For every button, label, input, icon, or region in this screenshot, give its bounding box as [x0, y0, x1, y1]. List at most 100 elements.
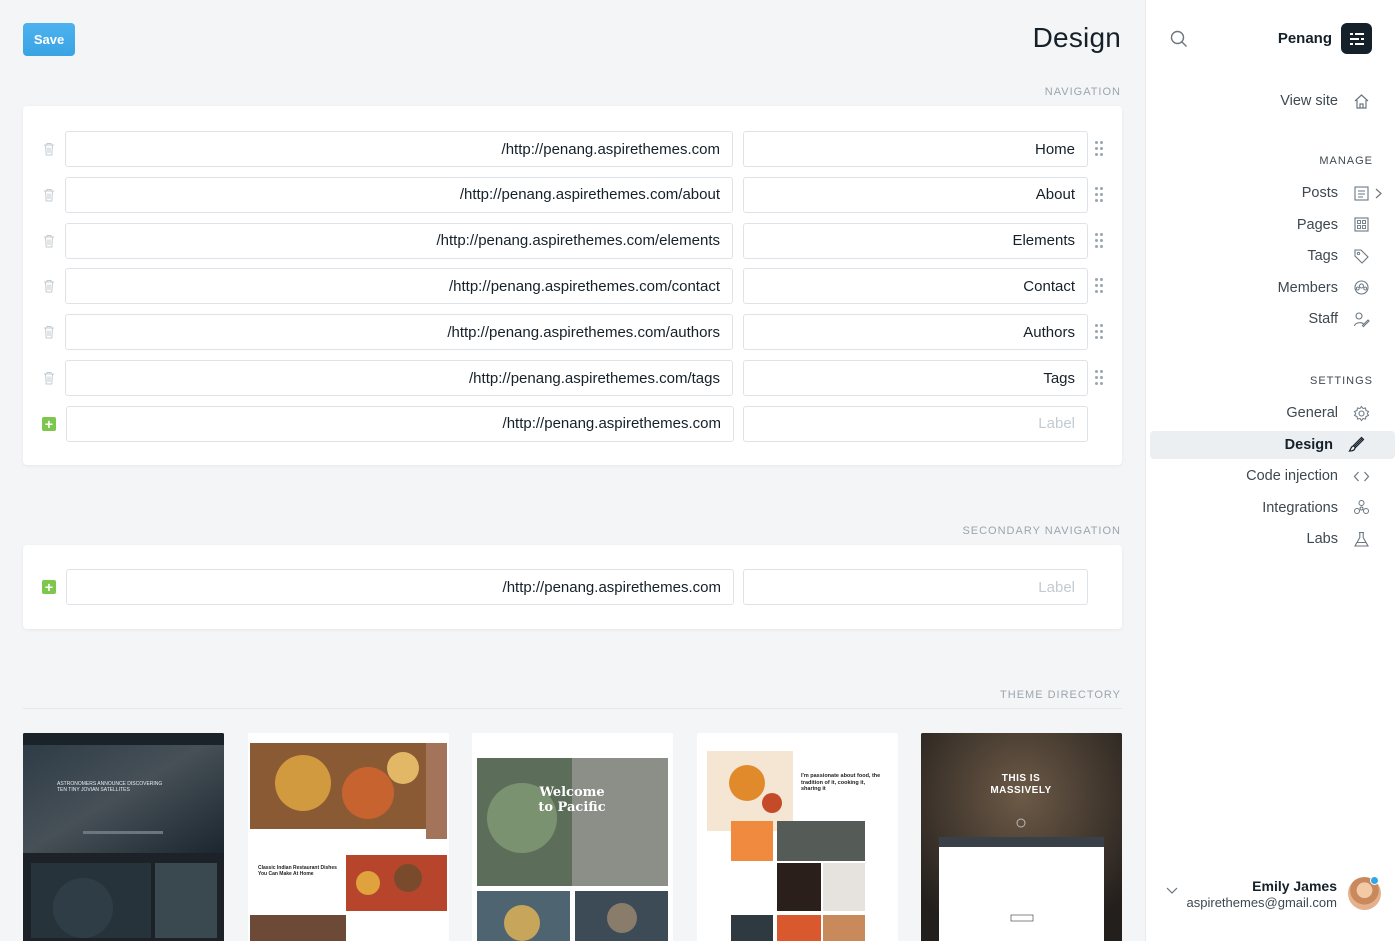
user-menu[interactable]: Emily James aspirethemes@gmail.com: [1146, 870, 1400, 920]
sidebar-item-posts[interactable]: Posts: [1154, 179, 1400, 207]
sidebar-item-label: Code injection: [1246, 468, 1338, 484]
nav-item-row: [23, 268, 1122, 305]
drag-handle-icon[interactable]: [1094, 323, 1104, 341]
save-button[interactable]: Save: [23, 23, 75, 56]
add-item-button[interactable]: +: [41, 579, 57, 595]
nav-label-input[interactable]: [743, 360, 1088, 396]
gear-icon: [1352, 404, 1370, 422]
sidebar-item-members[interactable]: Members: [1154, 274, 1400, 302]
main-content: Save Design Navigation + Secondary Navig…: [0, 0, 1145, 941]
brush-icon: [1347, 436, 1365, 454]
drag-handle-icon[interactable]: [1094, 186, 1104, 204]
posts-icon: [1352, 184, 1370, 202]
secondary-url-input[interactable]: [66, 569, 734, 605]
chevron-right-icon: [1375, 188, 1382, 199]
notification-dot: [1370, 876, 1379, 885]
page-title: Design: [1032, 22, 1121, 53]
sidebar-item-label: Staff: [1308, 311, 1338, 327]
sidebar-item-label: Labs: [1306, 531, 1338, 547]
delete-item-button[interactable]: [41, 278, 57, 294]
sidebar-item-code-injection[interactable]: Code injection: [1154, 462, 1400, 490]
nav-url-input[interactable]: [65, 314, 733, 351]
sidebar-item-label: Tags: [1307, 248, 1338, 264]
theme-card-text: Classic Indian Restaurant Dishes You Can…: [258, 865, 337, 877]
sidebar-item-general[interactable]: General: [1154, 399, 1400, 427]
theme-card[interactable]: Welcome to Pacific: [472, 733, 673, 941]
nav-label-input[interactable]: [743, 314, 1088, 351]
theme-card-text: I'm passionate about food, the tradition…: [801, 773, 881, 792]
theme-thumbnail-massively: [921, 733, 1122, 941]
site-title: Penang: [1277, 30, 1332, 47]
trash-icon: [44, 280, 54, 293]
trash-icon: [44, 326, 54, 339]
sidebar-item-tags[interactable]: Tags: [1154, 242, 1400, 270]
theme-thumbnail-recipes: [707, 751, 865, 941]
sidebar-item-design[interactable]: Design: [1150, 430, 1395, 459]
nav-url-input[interactable]: [65, 176, 733, 213]
nav-url-input[interactable]: [65, 360, 733, 396]
home-icon: [1352, 92, 1370, 110]
sidebar-item-label: Members: [1277, 279, 1338, 296]
secondary-navigation-card: +: [23, 545, 1122, 629]
theme-card-text: Welcome to Pacific: [538, 785, 606, 815]
nav-item-row: [23, 360, 1122, 396]
nav-new-url-input[interactable]: [66, 405, 734, 442]
user-email: aspirethemes@gmail.com: [1186, 895, 1337, 910]
nav-url-input[interactable]: [65, 268, 733, 305]
nav-label-input[interactable]: [743, 222, 1088, 259]
drag-handle-icon[interactable]: [1094, 232, 1104, 250]
secondary-nav-new-item: +: [23, 569, 1122, 605]
theme-card[interactable]: I'm passionate about food, the tradition…: [697, 733, 898, 941]
delete-item-button[interactable]: [41, 233, 57, 249]
delete-item-button[interactable]: [41, 324, 57, 340]
manage-heading: Manage: [1319, 155, 1373, 167]
sidebar-item-staff[interactable]: Staff: [1154, 305, 1400, 333]
nav-url-input[interactable]: [65, 222, 733, 259]
delete-item-button[interactable]: [41, 370, 57, 386]
theme-card-text: THIS IS MASSIVELY: [990, 773, 1052, 796]
nav-url-input[interactable]: [65, 131, 733, 167]
drag-handle-icon[interactable]: [1094, 369, 1104, 387]
nav-new-item: +: [23, 405, 1122, 442]
site-logo-icon: [1349, 32, 1364, 45]
sidebar-item-label: Posts: [1301, 185, 1338, 201]
sidebar-item-pages[interactable]: Pages: [1154, 211, 1400, 239]
nav-label-input[interactable]: [743, 131, 1088, 167]
members-icon: [1352, 279, 1370, 297]
theme-card[interactable]: ASTRONOMERS ANNOUNCE DISCOVERING TEN TIN…: [23, 733, 224, 941]
navigation-card: +: [23, 106, 1122, 465]
nav-item-row: [23, 176, 1122, 213]
trash-icon: [44, 188, 54, 202]
site-logo[interactable]: [1341, 23, 1372, 54]
chevron-down-icon: [1166, 887, 1178, 894]
nav-label-input[interactable]: [743, 176, 1088, 213]
staff-icon: [1352, 310, 1370, 328]
sidebar-item-labs[interactable]: Labs: [1154, 525, 1400, 553]
sidebar-item-label: View site: [1280, 93, 1338, 109]
drag-handle-icon[interactable]: [1094, 277, 1104, 295]
theme-thumbnail-dark: [23, 733, 224, 941]
sidebar-item-integrations[interactable]: Integrations: [1154, 494, 1400, 522]
pages-icon: [1352, 216, 1370, 234]
add-item-button[interactable]: +: [41, 416, 57, 432]
theme-thumbnail-food: [248, 733, 449, 941]
tag-icon: [1352, 247, 1370, 265]
theme-card[interactable]: Classic Indian Restaurant Dishes You Can…: [248, 733, 449, 941]
nav-new-label-input[interactable]: [743, 405, 1088, 442]
trash-icon: [44, 372, 54, 385]
delete-item-button[interactable]: [41, 187, 57, 203]
delete-item-button[interactable]: [41, 141, 57, 157]
search-button[interactable]: [1170, 30, 1188, 53]
secondary-label-input[interactable]: [743, 569, 1088, 605]
drag-handle-icon[interactable]: [1094, 140, 1104, 158]
plus-icon: +: [42, 580, 56, 594]
settings-heading: Settings: [1309, 375, 1373, 387]
navigation-heading: Navigation: [1044, 86, 1121, 98]
user-name: Emily James: [1252, 878, 1337, 894]
trash-icon: [44, 234, 54, 248]
theme-card[interactable]: THIS IS MASSIVELY: [921, 733, 1122, 941]
sidebar-item-view-site[interactable]: View site: [1154, 87, 1400, 115]
sidebar-item-label: Integrations: [1262, 499, 1338, 516]
code-icon: [1352, 467, 1370, 485]
nav-label-input[interactable]: [743, 268, 1088, 305]
